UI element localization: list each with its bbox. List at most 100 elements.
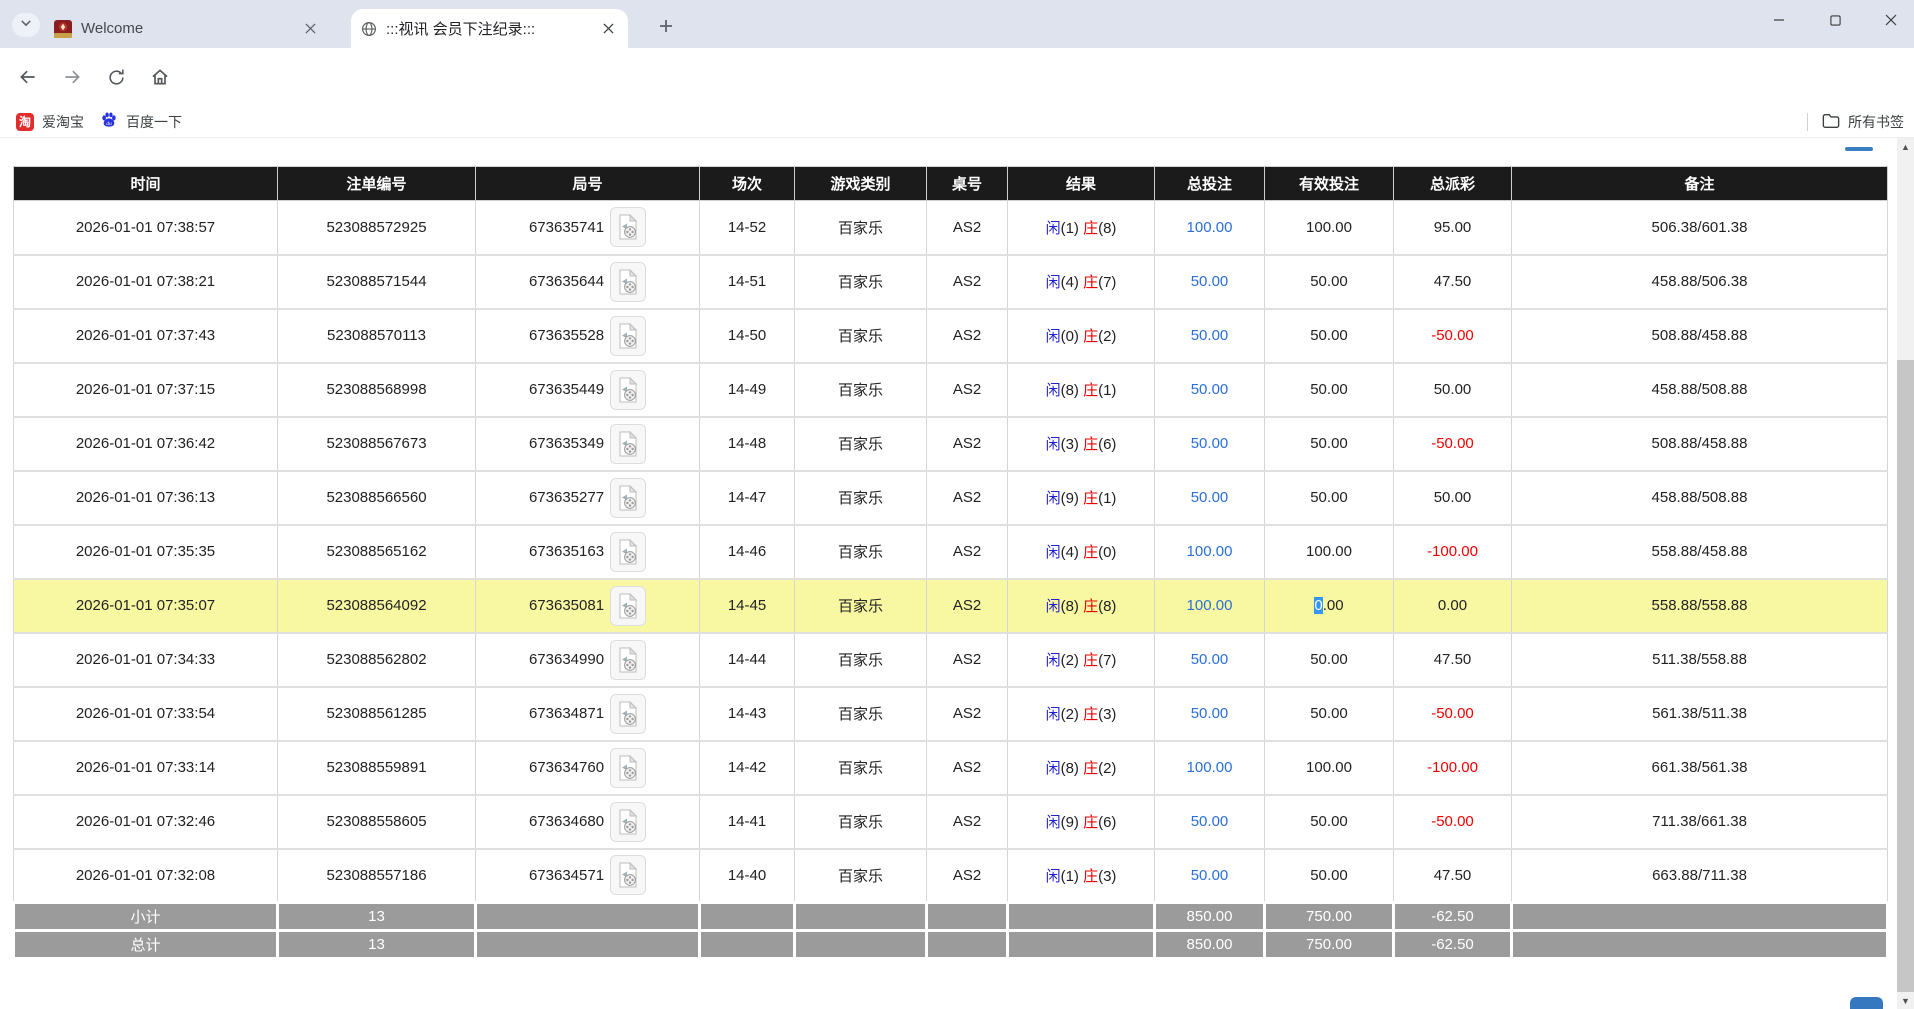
tab-search-button[interactable] xyxy=(12,13,40,37)
minimize-button[interactable] xyxy=(1756,4,1802,40)
summary-empty xyxy=(1008,931,1155,959)
table-row-highlighted[interactable]: 2026-01-01 07:35:07523088564092673635081… xyxy=(14,579,1888,633)
bookmark-label: 爱淘宝 xyxy=(42,112,84,132)
all-bookmarks-button[interactable]: 所有书签 xyxy=(1807,106,1904,138)
summary-total-bet: 850.00 xyxy=(1155,903,1265,931)
total-bet-link[interactable]: 50.00 xyxy=(1191,381,1229,398)
video-replay-button[interactable] xyxy=(610,748,646,788)
cell-table-id: AS2 xyxy=(927,201,1008,255)
cell-bet-id: 523088562802 xyxy=(278,633,476,687)
table-row[interactable]: 2026-01-01 07:32:08523088557186673634571… xyxy=(14,849,1888,903)
total-bet-link[interactable]: 100.00 xyxy=(1187,543,1233,560)
cell-bet-id: 523088571544 xyxy=(278,255,476,309)
video-replay-button[interactable] xyxy=(610,802,646,842)
scroll-up-arrow-icon[interactable]: ▲ xyxy=(1897,138,1914,155)
grand-total-row: 总计13850.00750.00-62.50 xyxy=(14,931,1888,959)
table-row[interactable]: 2026-01-01 07:38:57523088572925673635741… xyxy=(14,201,1888,255)
vertical-scrollbar[interactable]: ▲ ▼ xyxy=(1897,138,1914,1009)
video-replay-button[interactable] xyxy=(610,262,646,302)
summary-payout: -62.50 xyxy=(1394,931,1512,959)
video-replay-button[interactable] xyxy=(610,694,646,734)
bookmark-label: 百度一下 xyxy=(126,112,182,132)
tab-welcome[interactable]: Welcome xyxy=(44,9,330,48)
cell-table-id: AS2 xyxy=(927,687,1008,741)
round-wrap: 673634571 xyxy=(529,855,646,895)
result-player-points: (9) xyxy=(1061,814,1084,831)
home-button[interactable] xyxy=(144,61,176,93)
table-row[interactable]: 2026-01-01 07:37:43523088570113673635528… xyxy=(14,309,1888,363)
result-banker: 庄 xyxy=(1083,652,1098,669)
video-replay-button[interactable] xyxy=(610,586,646,626)
total-bet-link[interactable]: 100.00 xyxy=(1187,597,1233,614)
maximize-button[interactable] xyxy=(1812,4,1858,40)
close-window-button[interactable] xyxy=(1868,4,1914,40)
summary-valid-bet: 750.00 xyxy=(1265,931,1394,959)
video-replay-button[interactable] xyxy=(610,207,646,247)
cell-total-bet: 50.00 xyxy=(1155,471,1265,525)
tab-bet-record[interactable]: :::视讯 会员下注纪录::: xyxy=(351,9,628,48)
round-number: 673635081 xyxy=(529,597,604,614)
total-bet-link[interactable]: 50.00 xyxy=(1191,327,1229,344)
cell-time: 2026-01-01 07:32:08 xyxy=(14,849,278,903)
cell-time: 2026-01-01 07:38:21 xyxy=(14,255,278,309)
video-replay-button[interactable] xyxy=(610,370,646,410)
summary-empty xyxy=(700,903,795,931)
cell-round: 673634680 xyxy=(476,795,700,849)
table-row[interactable]: 2026-01-01 07:34:33523088562802673634990… xyxy=(14,633,1888,687)
total-bet-link[interactable]: 50.00 xyxy=(1191,435,1229,452)
svg-text:du: du xyxy=(106,121,112,127)
cell-round: 673635277 xyxy=(476,471,700,525)
round-number: 673635449 xyxy=(529,381,604,398)
table-row[interactable]: 2026-01-01 07:36:42523088567673673635349… xyxy=(14,417,1888,471)
selected-text: 0 xyxy=(1314,597,1322,614)
total-bet-link[interactable]: 50.00 xyxy=(1191,813,1229,830)
total-bet-link[interactable]: 50.00 xyxy=(1191,867,1229,884)
round-number: 673634990 xyxy=(529,651,604,668)
video-replay-button[interactable] xyxy=(610,532,646,572)
total-bet-link[interactable]: 100.00 xyxy=(1187,759,1233,776)
video-replay-button[interactable] xyxy=(610,478,646,518)
total-bet-link[interactable]: 50.00 xyxy=(1191,705,1229,722)
cell-valid-bet: 50.00 xyxy=(1265,417,1394,471)
video-replay-button[interactable] xyxy=(610,316,646,356)
video-replay-button[interactable] xyxy=(610,640,646,680)
result-banker: 庄 xyxy=(1083,328,1098,345)
total-bet-link[interactable]: 100.00 xyxy=(1187,219,1233,236)
table-row[interactable]: 2026-01-01 07:33:14523088559891673634760… xyxy=(14,741,1888,795)
bookmark-baidu[interactable]: du 百度一下 xyxy=(100,111,182,132)
cell-payout: -50.00 xyxy=(1394,795,1512,849)
cell-bet-id: 523088564092 xyxy=(278,579,476,633)
result-player: 闲 xyxy=(1046,490,1061,507)
forward-button[interactable] xyxy=(56,61,88,93)
close-icon[interactable] xyxy=(300,19,320,39)
total-bet-link[interactable]: 50.00 xyxy=(1191,489,1229,506)
table-row[interactable]: 2026-01-01 07:32:46523088558605673634680… xyxy=(14,795,1888,849)
table-row[interactable]: 2026-01-01 07:38:21523088571544673635644… xyxy=(14,255,1888,309)
table-row[interactable]: 2026-01-01 07:37:15523088568998673635449… xyxy=(14,363,1888,417)
back-button[interactable] xyxy=(12,61,44,93)
table-row[interactable]: 2026-01-01 07:35:35523088565162673635163… xyxy=(14,525,1888,579)
result-player-points: (8) xyxy=(1061,598,1084,615)
column-header-1: 注单编号 xyxy=(278,167,476,201)
table-row[interactable]: 2026-01-01 07:36:13523088566560673635277… xyxy=(14,471,1888,525)
video-replay-button[interactable] xyxy=(610,424,646,464)
table-row[interactable]: 2026-01-01 07:33:54523088561285673634871… xyxy=(14,687,1888,741)
scrollbar-thumb[interactable] xyxy=(1897,360,1914,992)
cell-result: 闲(4) 庄(0) xyxy=(1008,525,1155,579)
total-bet-link[interactable]: 50.00 xyxy=(1191,651,1229,668)
video-replay-button[interactable] xyxy=(610,855,646,895)
round-number: 673634571 xyxy=(529,867,604,884)
total-bet-link[interactable]: 50.00 xyxy=(1191,273,1229,290)
round-number: 673635528 xyxy=(529,327,604,344)
close-icon[interactable] xyxy=(598,19,618,39)
bookmark-taobao[interactable]: 淘 爱淘宝 xyxy=(16,112,84,132)
cell-round: 673635741 xyxy=(476,201,700,255)
reload-button[interactable] xyxy=(100,61,132,93)
back-to-top-button[interactable] xyxy=(1850,997,1883,1009)
cell-total-bet: 100.00 xyxy=(1155,525,1265,579)
result-player: 闲 xyxy=(1046,868,1061,885)
scroll-down-arrow-icon[interactable]: ▼ xyxy=(1897,992,1914,1009)
round-number: 673635163 xyxy=(529,543,604,560)
result-banker: 庄 xyxy=(1083,868,1098,885)
new-tab-button[interactable] xyxy=(652,14,680,42)
